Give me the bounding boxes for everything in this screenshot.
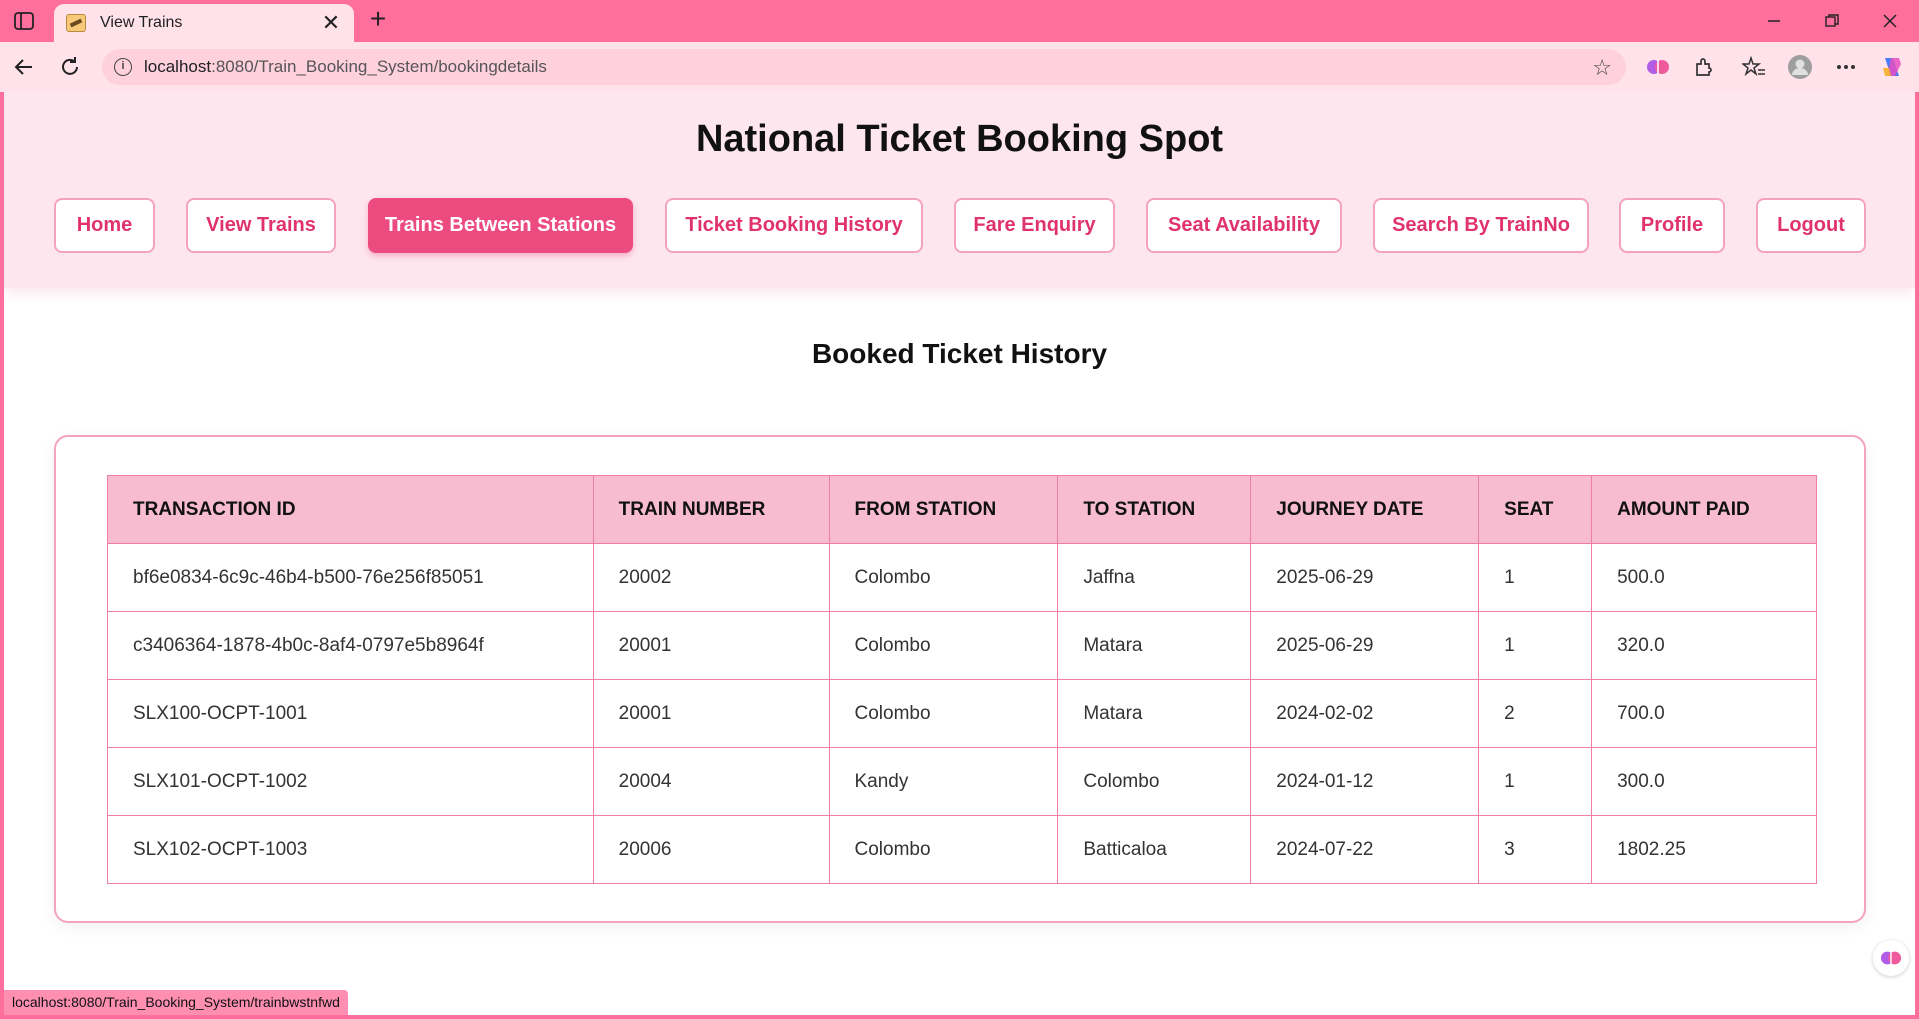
browser-toolbar: i localhost:8080/Train_Booking_System/bo…: [0, 42, 1919, 92]
history-card: TRANSACTION ID TRAIN NUMBER FROM STATION…: [54, 435, 1866, 923]
cell-journey-date: 2024-07-22: [1250, 815, 1480, 884]
nav-view-trains-button[interactable]: View Trains: [186, 198, 336, 253]
browser-title-bar: View Trains ✕ +: [0, 0, 1919, 42]
cell-to-station: Matara: [1057, 679, 1252, 748]
cell-train-number: 20001: [592, 679, 830, 748]
cell-to-station: Batticaloa: [1057, 815, 1252, 884]
minimize-icon[interactable]: [1752, 6, 1796, 36]
favorites-icon[interactable]: [1738, 51, 1770, 83]
nav-search-by-trainno-button[interactable]: Search By TrainNo: [1373, 198, 1589, 253]
extensions-icon[interactable]: [1688, 51, 1720, 83]
table-row: SLX102-OCPT-1003 20006 Colombo Batticalo…: [107, 815, 1817, 884]
tab-title: View Trains: [100, 14, 183, 31]
cell-seat: 1: [1478, 611, 1593, 680]
tab-close-icon[interactable]: ✕: [320, 12, 342, 34]
cell-to-station: Colombo: [1057, 747, 1252, 816]
cell-to-station: Matara: [1057, 611, 1252, 680]
cell-transaction-id: bf6e0834-6c9c-46b4-b500-76e256f85051: [107, 543, 594, 612]
copilot-brain-icon[interactable]: [1642, 51, 1674, 83]
section-title: Booked Ticket History: [811, 338, 1108, 369]
cell-to-station: Jaffna: [1057, 543, 1252, 612]
cell-amount-paid: 1802.25: [1591, 815, 1817, 884]
nav-trains-between-stations-button[interactable]: Trains Between Stations: [368, 198, 633, 253]
cell-seat: 1: [1478, 747, 1593, 816]
cell-seat: 1: [1478, 543, 1593, 612]
sidebar-toggle-icon[interactable]: [12, 10, 36, 32]
cell-from-station: Colombo: [828, 611, 1059, 680]
col-train-number: TRAIN NUMBER: [592, 475, 830, 544]
cell-train-number: 20001: [592, 611, 830, 680]
col-amount-paid: AMOUNT PAID: [1591, 475, 1817, 544]
table-row: c3406364-1878-4b0c-8af4-0797e5b8964f 200…: [107, 611, 1817, 680]
col-from-station: FROM STATION: [828, 475, 1059, 544]
cell-from-station: Colombo: [828, 679, 1059, 748]
cell-transaction-id: SLX102-OCPT-1003: [107, 815, 594, 884]
browser-tab[interactable]: View Trains ✕: [54, 4, 354, 42]
table-row: SLX100-OCPT-1001 20001 Colombo Matara 20…: [107, 679, 1817, 748]
cell-journey-date: 2025-06-29: [1250, 611, 1480, 680]
refresh-icon[interactable]: [54, 51, 86, 83]
site-title: National Ticket Booking Spot: [695, 118, 1224, 160]
cell-from-station: Colombo: [828, 815, 1059, 884]
cell-amount-paid: 320.0: [1591, 611, 1817, 680]
table-row: bf6e0834-6c9c-46b4-b500-76e256f85051 200…: [107, 543, 1817, 612]
nav-seat-availability-button[interactable]: Seat Availability: [1146, 198, 1342, 253]
booking-history-table: TRANSACTION ID TRAIN NUMBER FROM STATION…: [107, 475, 1817, 884]
cell-amount-paid: 500.0: [1591, 543, 1817, 612]
cell-from-station: Kandy: [828, 747, 1059, 816]
back-icon[interactable]: [8, 51, 40, 83]
url-text[interactable]: localhost:8080/Train_Booking_System/book…: [144, 57, 547, 77]
page-viewport: National Ticket Booking Spot Home View T…: [4, 92, 1915, 1015]
table-header-row: TRANSACTION ID TRAIN NUMBER FROM STATION…: [107, 475, 1817, 544]
cell-transaction-id: SLX101-OCPT-1002: [107, 747, 594, 816]
tab-favicon-icon: [66, 14, 86, 32]
cell-journey-date: 2025-06-29: [1250, 543, 1480, 612]
cell-transaction-id: SLX100-OCPT-1001: [107, 679, 594, 748]
cell-seat: 2: [1478, 679, 1593, 748]
nav-home-button[interactable]: Home: [54, 198, 155, 253]
col-to-station: TO STATION: [1057, 475, 1252, 544]
more-icon[interactable]: [1830, 51, 1862, 83]
cell-journey-date: 2024-02-02: [1250, 679, 1480, 748]
nav-ticket-booking-history-button[interactable]: Ticket Booking History: [665, 198, 923, 253]
copilot-sidebar-icon[interactable]: [1873, 940, 1909, 976]
url-host: localhost: [144, 57, 212, 76]
info-icon[interactable]: i: [114, 58, 132, 76]
close-icon[interactable]: [1868, 6, 1912, 36]
cell-train-number: 20006: [592, 815, 830, 884]
url-path: :8080/Train_Booking_System/bookingdetail…: [211, 57, 547, 76]
cell-seat: 3: [1478, 815, 1593, 884]
nav-logout-button[interactable]: Logout: [1756, 198, 1866, 253]
new-tab-button[interactable]: +: [364, 5, 392, 34]
cell-journey-date: 2024-01-12: [1250, 747, 1480, 816]
col-seat: SEAT: [1478, 475, 1593, 544]
cell-train-number: 20002: [592, 543, 830, 612]
nav-fare-enquiry-button[interactable]: Fare Enquiry: [954, 198, 1115, 253]
cell-amount-paid: 700.0: [1591, 679, 1817, 748]
favorite-star-icon[interactable]: ☆: [1592, 55, 1612, 81]
cell-transaction-id: c3406364-1878-4b0c-8af4-0797e5b8964f: [107, 611, 594, 680]
table-row: SLX101-OCPT-1002 20004 Kandy Colombo 202…: [107, 747, 1817, 816]
col-transaction-id: TRANSACTION ID: [107, 475, 594, 544]
cell-train-number: 20004: [592, 747, 830, 816]
address-bar[interactable]: i localhost:8080/Train_Booking_System/bo…: [102, 49, 1626, 85]
status-bar-url: localhost:8080/Train_Booking_System/trai…: [4, 990, 348, 1015]
cell-from-station: Colombo: [828, 543, 1059, 612]
nav-profile-button[interactable]: Profile: [1619, 198, 1725, 253]
restore-icon[interactable]: [1810, 6, 1854, 36]
profile-icon[interactable]: [1784, 51, 1816, 83]
cell-amount-paid: 300.0: [1591, 747, 1817, 816]
copilot-icon[interactable]: [1876, 51, 1908, 83]
col-journey-date: JOURNEY DATE: [1250, 475, 1480, 544]
site-header: National Ticket Booking Spot Home View T…: [4, 92, 1915, 288]
